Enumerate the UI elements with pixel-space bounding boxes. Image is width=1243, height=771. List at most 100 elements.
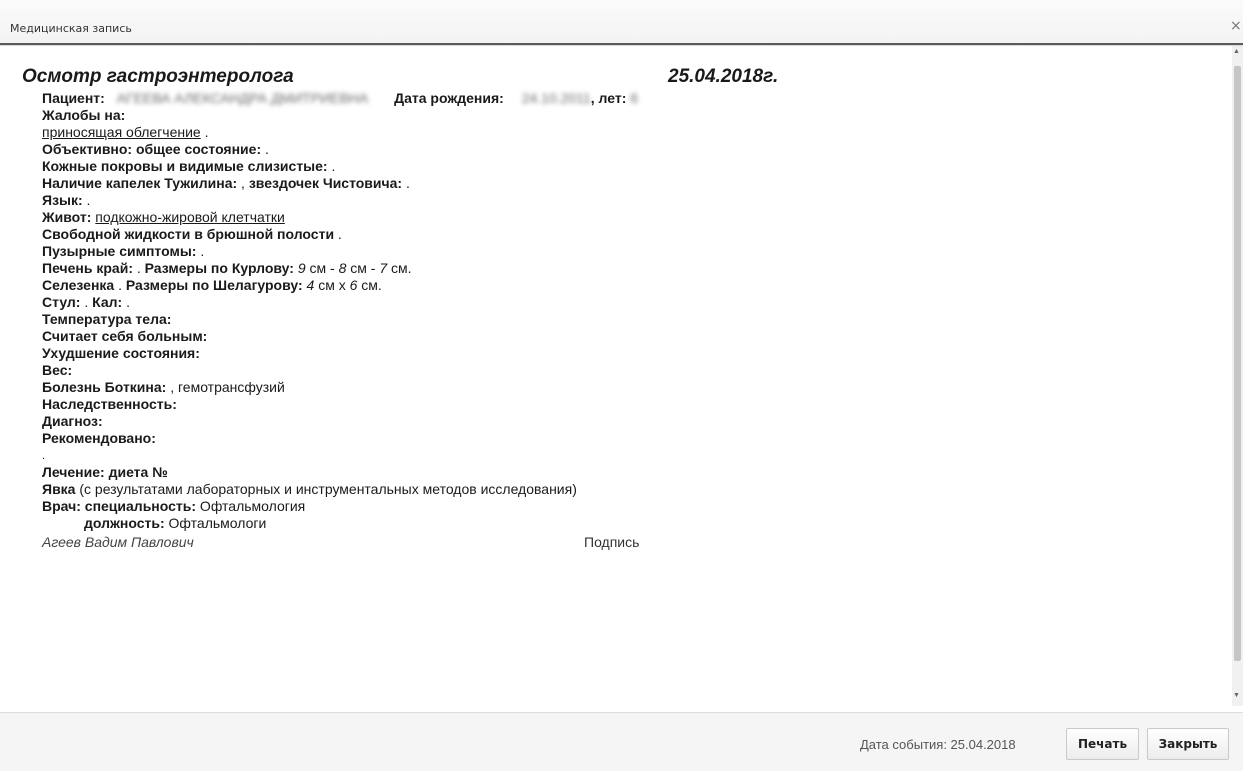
bladder-dot: . <box>196 243 205 259</box>
bladder-label: Пузырные симптомы: <box>42 243 197 259</box>
close-icon[interactable]: × <box>1230 19 1242 33</box>
fluid-row: Свободной жидкости в брюшной полости . <box>42 226 342 243</box>
visit-label: Явка <box>42 481 76 497</box>
patient-row: Пациент: АГЕЕВА АЛЕКСАНДРА ДМИТРИЕВНА Да… <box>42 90 638 107</box>
botkin-row: Болезнь Боткина: , гемотрансфузий <box>42 379 285 396</box>
skin-dot: . <box>327 158 336 174</box>
drops-row: Наличие капелек Тужилина: , звездочек Чи… <box>42 175 410 192</box>
lone-dot: . <box>42 450 46 462</box>
complaints-value-row: приносящая облегчение . <box>42 124 209 141</box>
abdomen-row: Живот: подкожно-жировой клетчатки <box>42 209 285 226</box>
worsening-row: Ухудшение состояния: <box>42 345 200 362</box>
spleen-label: Селезенка <box>42 277 115 293</box>
recommended-label: Рекомендовано: <box>42 430 156 446</box>
complaints-row: Жалобы на: <box>42 107 125 124</box>
complaints-label: Жалобы на: <box>42 107 126 123</box>
kurlov-unit-1: см - <box>305 260 339 276</box>
doctor-label: Врач: <box>42 498 81 514</box>
close-button[interactable]: Закрыть <box>1147 728 1229 760</box>
drops-sep: , <box>237 175 249 191</box>
visit-row: Явка (с результатами лабораторных и инст… <box>42 481 577 498</box>
liver-label: Печень край: <box>42 260 133 276</box>
feces-label: Кал: <box>92 294 123 310</box>
bladder-row: Пузырные симптомы: . <box>42 243 204 260</box>
scroll-down-icon[interactable]: ▼ <box>1233 692 1240 699</box>
kurlov-unit-3: см. <box>387 260 412 276</box>
abdomen-value: подкожно-жировой клетчатки <box>95 209 285 225</box>
doctor-name: Агеев Вадим Павлович <box>42 534 194 550</box>
position-value: Офтальмологи <box>164 515 267 531</box>
feces-dot: . <box>122 294 130 310</box>
age-label: , лет: <box>590 90 627 106</box>
weight-label: Вес: <box>42 362 73 378</box>
shelagurov-label: Размеры по Шелагурову: <box>125 277 303 293</box>
kurlov-value-3: 7 <box>379 260 388 276</box>
dialog-titlebar: Медицинская запись × <box>0 0 1243 46</box>
abdomen-label: Живот: <box>42 209 92 225</box>
specialty-label: специальность: <box>80 498 197 514</box>
heredity-label: Наследственность: <box>42 396 177 412</box>
kurlov-value-1: 9 <box>297 260 306 276</box>
spleen-row: Селезенка . Размеры по Шелагурову: 4 см … <box>42 277 382 294</box>
considers-ill-label: Считает себя больным: <box>42 328 208 344</box>
position-label: должность: <box>84 515 165 531</box>
botkin-label: Болезнь Боткина: <box>42 379 167 395</box>
treatment-label: Лечение: диета № <box>42 464 168 480</box>
objective-label: Объективно: общее состояние: <box>42 141 262 157</box>
record-heading: Осмотр гастроэнтеролога <box>22 66 294 87</box>
heredity-row: Наследственность: <box>42 396 177 413</box>
patient-name: АГЕЕВА АЛЕКСАНДРА ДМИТРИЕВНА <box>116 90 369 106</box>
considers-ill-row: Считает себя больным: <box>42 328 207 345</box>
position-row: должность: Офтальмологи <box>84 515 266 532</box>
objective-row: Объективно: общее состояние: . <box>42 141 269 158</box>
medical-record-content: Осмотр гастроэнтеролога 25.04.2018г. Пац… <box>0 46 1230 706</box>
scroll-thumb[interactable] <box>1234 66 1241 661</box>
lone-dot-row: . <box>42 448 45 465</box>
spleen-sep: . <box>114 277 126 293</box>
stars-label: звездочек Чистовича: <box>248 175 403 191</box>
event-date: Дата события: 25.04.2018 <box>860 737 1016 752</box>
visit-value: (с результатами лабораторных и инструмен… <box>75 481 577 497</box>
shelagurov-unit-1: см х <box>314 277 350 293</box>
shelagurov-unit-2: см. <box>357 277 382 293</box>
stool-label: Стул: <box>42 294 81 310</box>
temperature-label: Температура тела: <box>42 311 172 327</box>
stars-dot: . <box>402 175 410 191</box>
kurlov-unit-2: см - <box>346 260 380 276</box>
dob-label: Дата рождения: <box>394 90 504 106</box>
tongue-dot: . <box>82 192 91 208</box>
kurlov-label: Размеры по Курлову: <box>144 260 294 276</box>
recommended-row: Рекомендовано: <box>42 430 156 447</box>
tongue-label: Язык: <box>42 192 83 208</box>
skin-row: Кожные покровы и видимые слизистые: . <box>42 158 335 175</box>
age-value: 6 <box>630 90 639 106</box>
fluid-dot: . <box>334 226 342 242</box>
liver-sep: . <box>132 260 145 276</box>
vertical-scrollbar[interactable]: ▲ ▼ <box>1232 46 1243 706</box>
stool-row: Стул: . Кал: . <box>42 294 130 311</box>
drops-label: Наличие капелек Тужилина: <box>42 175 238 191</box>
treatment-row: Лечение: диета № <box>42 464 168 481</box>
skin-label: Кожные покровы и видимые слизистые: <box>42 158 328 174</box>
temperature-row: Температура тела: <box>42 311 171 328</box>
record-date: 25.04.2018г. <box>668 66 779 87</box>
liver-row: Печень край: . Размеры по Курлову: 9 см … <box>42 260 412 277</box>
dob-value: 24.10.2011 <box>521 90 591 106</box>
signature-label: Подпись <box>584 534 640 550</box>
complaints-value: приносящая облегчение <box>42 124 201 140</box>
objective-dot: . <box>261 141 269 157</box>
stool-sep: . <box>80 294 93 310</box>
title-divider <box>0 43 1243 45</box>
weight-row: Вес: <box>42 362 72 379</box>
diagnosis-label: Диагноз: <box>42 413 103 429</box>
specialty-value: Офтальмология <box>196 498 306 514</box>
worsening-label: Ухудшение состояния: <box>42 345 200 361</box>
botkin-value: , гемотрансфузий <box>166 379 285 395</box>
fluid-label: Свободной жидкости в брюшной полости <box>42 226 335 242</box>
diagnosis-row: Диагноз: <box>42 413 103 430</box>
patient-label: Пациент: <box>42 90 105 106</box>
print-button[interactable]: Печать <box>1066 728 1139 760</box>
scroll-up-icon[interactable]: ▲ <box>1233 48 1240 55</box>
doctor-row: Врач: специальность: Офтальмология <box>42 498 305 515</box>
dialog-footer: Дата события: 25.04.2018 Печать Закрыть <box>0 712 1243 771</box>
